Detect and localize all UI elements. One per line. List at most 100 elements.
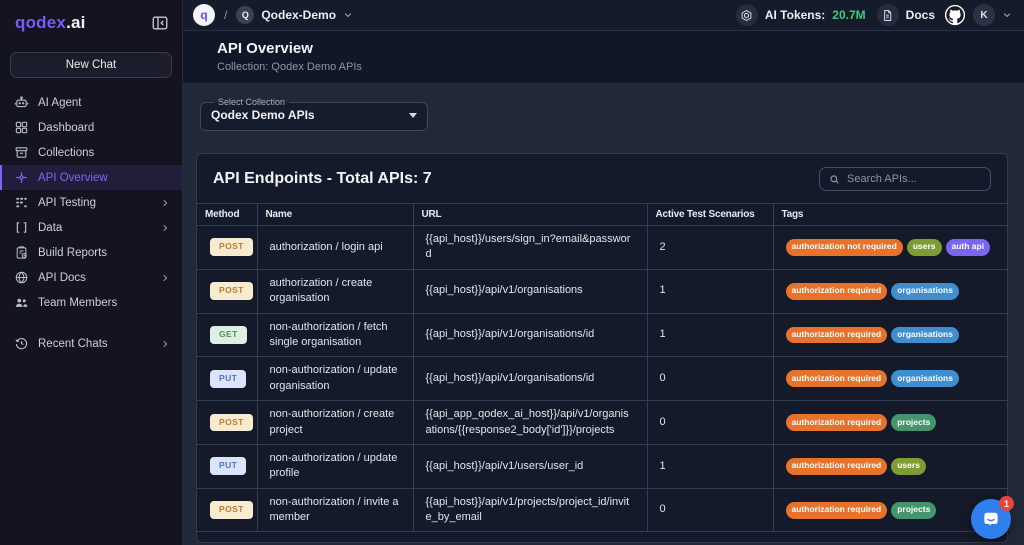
sidebar-item-collections[interactable]: Collections <box>0 140 182 165</box>
sidebar-item-label: API Docs <box>38 271 86 284</box>
endpoints-title: API Endpoints - Total APIs: 7 <box>213 170 432 187</box>
table-row[interactable]: POST authorization / login api {{api_host}… <box>197 225 1007 270</box>
tag-pill: authorization required <box>785 370 888 388</box>
dashboard-grid-icon <box>14 120 29 135</box>
table-row[interactable]: POST authorization / create organisation{… <box>197 268 1007 314</box>
tag-pill: projects <box>891 501 937 519</box>
endpoint-name: authorization / create organisation <box>256 268 414 314</box>
tags-list: authorization not required users auth api <box>785 238 996 256</box>
sidebar-item-dashboard[interactable]: Dashboard <box>0 115 182 140</box>
team-icon <box>14 295 29 310</box>
table-row[interactable]: PUT non-authorization / update organisati… <box>197 356 1007 402</box>
breadcrumb: q / Q Qodex-Demo <box>193 4 353 26</box>
tag-pill: organisations <box>891 282 959 300</box>
tag-pill: organisations <box>891 326 959 344</box>
table-row[interactable]: GET non-authorization / fetch single orga… <box>197 312 1007 358</box>
globe-icon <box>14 270 29 285</box>
table-row[interactable]: PUT non-authorization / update profile {{a… <box>197 443 1007 489</box>
sidebar-item-build-reports[interactable]: Build Reports <box>0 240 182 265</box>
github-icon[interactable] <box>944 4 966 26</box>
endpoints-panel: API Endpoints - Total APIs: 7 MethodName… <box>196 153 1008 544</box>
collection-select[interactable]: Select Collection Qodex Demo APIs <box>200 97 428 131</box>
chat-bubble-icon <box>981 509 1001 529</box>
project-name: Qodex-Demo <box>261 8 337 22</box>
docs-icon[interactable] <box>876 4 899 26</box>
page-subtitle: Collection: Qodex Demo APIs <box>217 61 362 73</box>
sidebar-item-label: Recent Chats <box>38 337 108 350</box>
tag-pill: authorization not required <box>785 238 903 256</box>
active-scenarios-count: 2 <box>646 225 774 270</box>
table-row[interactable]: POST non-authorization / create project{{… <box>197 400 1007 445</box>
tags-list: authorization required users <box>785 457 996 475</box>
endpoints-table: Method Name URL Active Test Scenarios Tags P… <box>197 203 1007 533</box>
new-chat-button[interactable]: New Chat <box>10 52 172 78</box>
tag-pill: projects <box>891 414 937 431</box>
table-body: POST authorization / login api {{api_host}… <box>197 225 1007 533</box>
column-header-method: Method <box>197 203 258 226</box>
sidebar-item-ai-agent[interactable]: AI Agent <box>0 90 182 115</box>
chat-widget-button[interactable]: 1 <box>971 496 1014 539</box>
tag-pill: authorization required <box>785 457 888 475</box>
table-header-row: Method Name URL Active Test Scenarios Tags <box>197 203 1007 226</box>
endpoint-url: {{api_host}}/api/v1/organisations/id <box>412 312 648 358</box>
chevron-right-icon <box>160 223 170 233</box>
table-row[interactable]: POST non-authorization / invite a member{… <box>197 487 1007 533</box>
sidebar-item-label: Dashboard <box>38 121 95 134</box>
endpoint-name: non-authorization / invite a member <box>256 487 414 533</box>
endpoint-url: {{api_host}}/api/v1/projects/project_id/… <box>412 487 648 533</box>
chat-notification-badge: 1 <box>999 496 1014 511</box>
user-menu-chevron-icon[interactable] <box>1002 10 1012 20</box>
docs-label[interactable]: Docs <box>906 8 935 22</box>
tag-pill: authorization required <box>785 414 888 431</box>
tags-list: authorization required organisations <box>785 282 996 300</box>
project-switcher[interactable]: Q Qodex-Demo <box>236 6 353 24</box>
active-scenarios-count: 1 <box>646 312 774 358</box>
logo-primary: qodex <box>15 13 67 32</box>
sidebar-item-data[interactable]: Data <box>0 215 182 240</box>
ai-tokens-label: AI Tokens: <box>764 8 826 22</box>
search-icon <box>829 174 840 185</box>
search-input[interactable] <box>847 173 981 185</box>
method-badge: POST <box>210 501 253 520</box>
collection-select-label: Select Collection <box>218 97 286 107</box>
collection-select-value: Qodex Demo APIs <box>211 108 315 122</box>
history-icon <box>14 336 29 351</box>
column-header-tags: Tags <box>772 203 1007 226</box>
endpoint-url: {{api_host}}/api/v1/users/user_id <box>412 443 648 489</box>
sidebar-item-recent-chats[interactable]: Recent Chats <box>0 331 182 356</box>
endpoint-name: non-authorization / update organisation <box>256 356 414 402</box>
user-avatar[interactable]: K <box>973 4 995 26</box>
sidebar-item-api-docs[interactable]: API Docs <box>0 265 182 290</box>
topbar: q / Q Qodex-Demo AI Tokens: 20.7M Docs K <box>183 0 1024 31</box>
chevron-down-icon <box>343 10 353 20</box>
tags-list: authorization required projects <box>785 501 996 519</box>
tag-pill: users <box>906 238 942 256</box>
sidebar-item-label: Build Reports <box>38 246 108 259</box>
method-badge: POST <box>210 238 253 257</box>
report-clipboard-icon <box>14 245 29 260</box>
page-title: API Overview <box>217 40 313 57</box>
sidebar-item-api-testing[interactable]: API Testing <box>0 190 182 215</box>
sidebar-item-api-overview[interactable]: API Overview <box>0 165 182 190</box>
api-node-icon <box>14 170 29 185</box>
page-header: API Overview Collection: Qodex Demo APIs <box>183 31 1024 84</box>
active-scenarios-count: 1 <box>646 268 774 314</box>
chevron-right-icon <box>160 198 170 208</box>
sidebar-item-label: Team Members <box>38 296 118 309</box>
org-avatar[interactable]: q <box>193 4 215 26</box>
endpoint-name: authorization / login api <box>256 225 414 270</box>
topbar-right: AI Tokens: 20.7M Docs K <box>735 4 1012 26</box>
method-badge: GET <box>210 326 247 344</box>
project-avatar: Q <box>236 6 255 24</box>
method-badge: PUT <box>210 369 247 388</box>
main-column: q / Q Qodex-Demo AI Tokens: 20.7M Docs K <box>183 0 1024 545</box>
sidebar-collapse-icon[interactable] <box>151 14 169 32</box>
tag-pill: auth api <box>945 238 991 256</box>
endpoint-url: {{api_host}}/users/sign_in?email&passwor… <box>412 225 648 270</box>
app-root: qodex.ai New Chat AI Agent Dashboard Colle… <box>0 0 1024 545</box>
tags-list: authorization required organisations <box>785 370 996 388</box>
active-scenarios-count: 0 <box>646 356 774 402</box>
search-box <box>819 167 991 191</box>
sidebar-item-label: Data <box>38 221 63 234</box>
sidebar-item-team-members[interactable]: Team Members <box>0 290 182 315</box>
